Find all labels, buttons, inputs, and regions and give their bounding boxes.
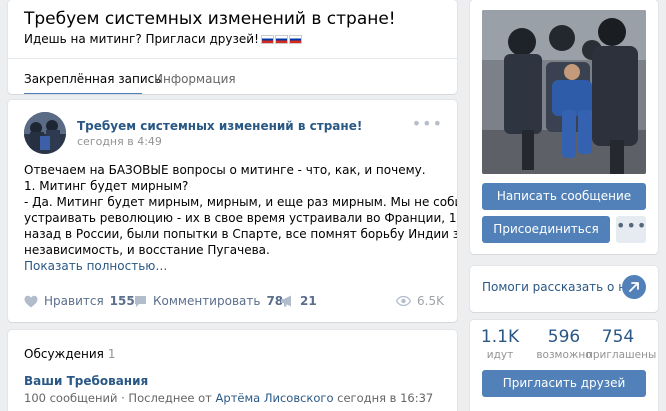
views-count: 6.5K	[417, 294, 444, 308]
share-count: 21	[300, 294, 317, 308]
stat-invited-label: приглашены	[586, 349, 657, 361]
russian-flags-icon	[260, 33, 303, 47]
topic-meta-prefix: 100 сообщений · Последнее от	[24, 391, 216, 405]
group-status: Идешь на митинг? Пригласи друзей!	[24, 32, 303, 47]
share-prompt-text: Помоги рассказать о н…	[482, 280, 639, 294]
like-count: 155	[109, 294, 135, 308]
post-text-line: - Да. Митинг будет мирным, мирным, и еще…	[24, 195, 457, 209]
topic-meta-suffix: сегодня в 16:37	[333, 391, 434, 405]
share-prompt[interactable]: Помоги рассказать о н…	[470, 266, 658, 312]
post-options-icon[interactable]: •••	[412, 116, 443, 132]
share-button[interactable]: 21	[280, 294, 317, 308]
stat-maybe-label: возможно	[536, 349, 592, 361]
post-text-line: независимость, и восстание Пугачева.	[24, 243, 270, 257]
show-more-link[interactable]: Показать полностью…	[24, 258, 444, 274]
post-text: Отвечаем на БАЗОВЫЕ вопросы о митинге - …	[24, 162, 457, 274]
group-tabs: Закреплённая запись Информация	[8, 58, 457, 94]
heart-icon	[24, 295, 38, 307]
stat-maybe-value: 596	[547, 327, 581, 347]
post-text-line: Отвечаем на БАЗОВЫЕ вопросы о митинге - …	[24, 163, 426, 177]
post-avatar[interactable]	[24, 112, 66, 154]
stat-going-label: идут	[486, 349, 514, 361]
post-actions: Нравится 155 Комментировать 78 21 6.5K	[24, 292, 444, 312]
megaphone-icon	[281, 295, 291, 307]
stat-going-value: 1.1K	[480, 327, 520, 347]
like-label: Нравится	[44, 294, 104, 308]
eye-icon	[396, 296, 412, 306]
join-button[interactable]: Присоединиться	[482, 216, 610, 243]
discussions-title: Обсуждения	[24, 347, 104, 361]
tab-info[interactable]: Информация	[154, 59, 236, 94]
stat-going[interactable]: 1.1K идут	[470, 327, 530, 361]
stat-maybe[interactable]: 596 возможно	[534, 327, 594, 361]
tab-pinned-post-label: Закреплённая запись	[24, 72, 162, 86]
stat-invited[interactable]: 754 приглашены	[586, 327, 657, 361]
arrow-up-right-icon[interactable]	[622, 275, 646, 299]
post-timestamp[interactable]: сегодня в 4:49	[77, 135, 162, 148]
invite-friends-button[interactable]: Пригласить друзей	[482, 370, 646, 397]
event-stats: 1.1K идут 596 возможно 754 приглашены Пр…	[470, 320, 658, 411]
post-text-line: 1. Митинг будет мирным?	[24, 179, 189, 193]
pinned-post: Требуем системных изменений в стране! се…	[8, 100, 457, 322]
tab-info-label: Информация	[154, 72, 236, 86]
comment-button[interactable]: Комментировать 78	[134, 294, 283, 308]
comment-icon	[135, 295, 146, 307]
comment-label: Комментировать	[153, 294, 261, 308]
views-counter: 6.5K	[396, 294, 444, 308]
topic-title-link[interactable]: Ваши Требования	[24, 374, 148, 388]
post-author-link[interactable]: Требуем системных изменений в стране!	[77, 119, 362, 133]
stat-invited-value: 754	[601, 327, 635, 347]
discussions-header[interactable]: Обсуждения 1	[24, 347, 116, 361]
group-status-text: Идешь на митинг? Пригласи друзей!	[24, 32, 259, 46]
more-actions-icon[interactable]: •••	[616, 216, 646, 243]
discussions-block: Обсуждения 1 Ваши Требования 100 сообщени…	[8, 330, 457, 411]
group-title: Требуем системных изменений в стране!	[24, 9, 396, 29]
tab-pinned-post[interactable]: Закреплённая запись	[24, 59, 161, 94]
send-message-button[interactable]: Написать сообщение	[482, 183, 646, 210]
discussions-count: 1	[107, 347, 116, 361]
topic-meta: 100 сообщений · Последнее от Артёма Лисо…	[24, 391, 433, 405]
group-header: Требуем системных изменений в стране! Ид…	[8, 0, 457, 94]
post-text-line: назад в России, были попытки в Спарте, в…	[24, 227, 457, 241]
post-text-line: устраивать революцию - их в свое время у…	[24, 211, 457, 225]
group-sidebar: Написать сообщение Присоединиться •••	[470, 0, 658, 254]
group-cover-photo[interactable]	[482, 10, 646, 174]
like-button[interactable]: Нравится 155	[24, 294, 135, 308]
topic-last-author-link[interactable]: Артёма Лисовского	[216, 391, 334, 405]
